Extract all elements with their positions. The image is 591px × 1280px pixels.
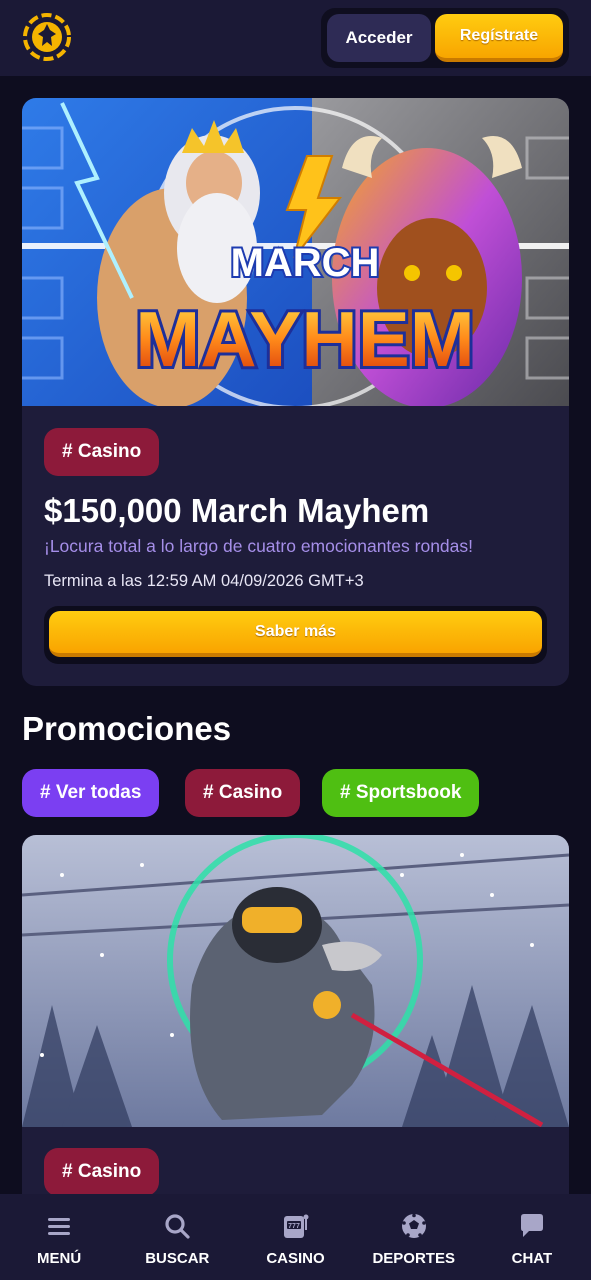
brand-logo-icon[interactable] xyxy=(22,12,72,62)
login-button[interactable]: Acceder xyxy=(327,14,431,62)
nav-search-label: BUSCAR xyxy=(145,1250,210,1267)
promotions-heading: Promociones xyxy=(22,710,232,747)
filter-sportsbook[interactable]: # Sportsbook xyxy=(322,769,480,817)
search-icon xyxy=(165,1214,190,1239)
hero-end-date: Termina a las 12:59 AM 04/09/2026 GMT+3 xyxy=(44,572,364,590)
nav-chat-label: CHAT xyxy=(511,1250,553,1267)
nav-casino[interactable]: 777 CASINO xyxy=(236,1194,354,1280)
march-mayhem-banner[interactable]: MARCH MAYHEM xyxy=(22,98,569,406)
nav-chat[interactable]: CHAT xyxy=(473,1194,591,1280)
filter-all[interactable]: # Ver todas xyxy=(22,769,160,817)
top-header: Acceder Regístrate xyxy=(0,0,591,76)
filter-casino[interactable]: # Casino xyxy=(185,769,301,817)
hero-category-tag[interactable]: # Casino xyxy=(44,428,160,476)
hero-subtitle: ¡Locura total a lo largo de cuatro emoci… xyxy=(44,536,474,556)
promo-category-tag[interactable]: # Casino xyxy=(44,1148,160,1194)
register-button[interactable]: Regístrate xyxy=(435,14,563,62)
nav-menu[interactable]: MENÚ xyxy=(0,1194,118,1280)
hero-cta-wrap: Saber más xyxy=(44,606,547,664)
bottom-nav: MENÚ BUSCAR 777 CASINO DEPORTES CHAT xyxy=(0,1194,591,1280)
auth-buttons: Acceder Regístrate xyxy=(321,8,569,68)
main-content: MARCH MAYHEM # Casino $150,000 March May… xyxy=(0,76,591,1194)
nav-menu-label: MENÚ xyxy=(37,1250,82,1267)
promo-card[interactable]: # Casino xyxy=(22,835,569,1194)
nav-casino-label: CASINO xyxy=(266,1250,325,1267)
soccer-ball-icon xyxy=(401,1213,426,1238)
hero-title: $150,000 March Mayhem xyxy=(44,492,430,529)
svg-text:777: 777 xyxy=(288,1223,300,1230)
banner-march-text: MARCH xyxy=(231,241,380,285)
nav-sports[interactable]: DEPORTES xyxy=(355,1194,473,1280)
menu-icon xyxy=(48,1218,71,1235)
promo-skier-image[interactable] xyxy=(22,835,569,1127)
slot-machine-icon: 777 xyxy=(283,1214,308,1238)
nav-sports-label: DEPORTES xyxy=(372,1250,455,1267)
featured-promo-card[interactable]: MARCH MAYHEM # Casino $150,000 March May… xyxy=(22,98,569,686)
learn-more-button[interactable]: Saber más xyxy=(49,611,542,657)
banner-mayhem-text: MAYHEM xyxy=(135,295,475,383)
nav-search[interactable]: BUSCAR xyxy=(118,1194,236,1280)
chat-bubble-icon xyxy=(520,1214,543,1237)
